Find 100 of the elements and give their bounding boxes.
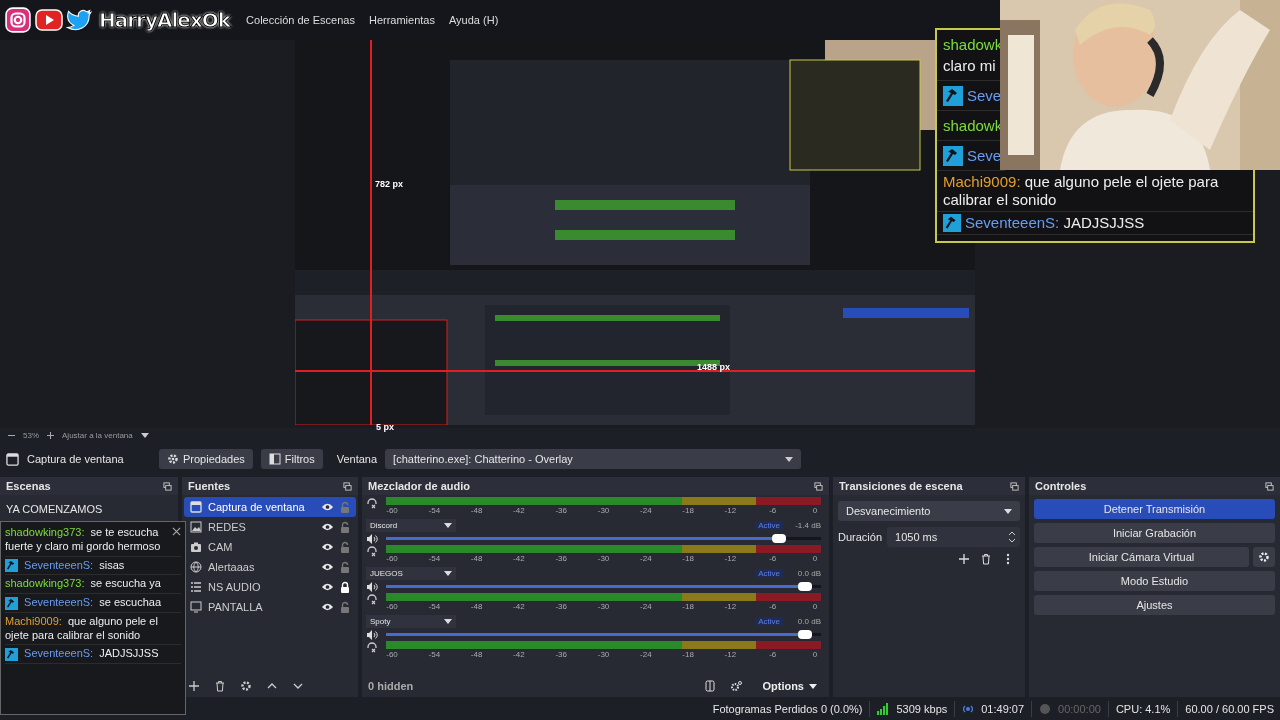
undock-icon[interactable] — [814, 481, 823, 491]
channel-dropdown[interactable]: JUEGOS — [366, 566, 456, 580]
eye-icon[interactable] — [321, 561, 334, 573]
source-name: Captura de ventana — [208, 501, 306, 513]
settings-icon[interactable] — [730, 680, 743, 692]
trash-icon[interactable] — [980, 553, 992, 565]
plus-icon[interactable] — [47, 431, 54, 439]
slider-handle[interactable] — [798, 582, 813, 591]
scale-label: -54 — [428, 506, 441, 516]
eye-icon[interactable] — [321, 521, 334, 533]
scale-label: 0 — [812, 602, 818, 612]
window-dropdown[interactable]: [chatterino.exe]: Chatterino - Overlay — [385, 449, 802, 469]
moderator-badge-icon — [5, 596, 18, 610]
source-name: NS AUDIO — [208, 581, 262, 593]
source-item[interactable]: NS AUDIO — [184, 577, 356, 597]
add-icon[interactable] — [188, 680, 200, 692]
source-item[interactable]: PANTALLA — [184, 597, 356, 617]
window-icon — [190, 501, 202, 513]
undock-icon[interactable] — [1010, 481, 1019, 491]
control-button[interactable]: Modo Estudio — [1034, 571, 1275, 591]
headphone-mute-icon[interactable] — [366, 497, 378, 509]
source-item[interactable]: CAM — [184, 537, 356, 557]
speaker-icon[interactable] — [366, 532, 378, 545]
chat-message: Machi9009: que alguno pele el ojete para calibrar el sonido — [5, 614, 158, 641]
unlocked-icon[interactable] — [340, 601, 350, 613]
bird-logo-icon — [66, 7, 94, 33]
volume-reading: 0.0 dB — [796, 568, 821, 578]
headphone-mute-icon[interactable] — [366, 545, 378, 557]
menu-item[interactable]: Ayuda (H) — [449, 14, 499, 26]
source-item[interactable]: REDES — [184, 517, 356, 537]
control-button[interactable]: Iniciar Grabación — [1034, 523, 1275, 543]
pause-icon[interactable] — [704, 680, 717, 692]
slider-handle[interactable] — [798, 630, 813, 639]
scale-label: -48 — [470, 602, 483, 612]
eye-icon[interactable] — [321, 501, 334, 513]
scale-label: -6 — [769, 554, 777, 564]
guide-label: 1488 px — [697, 362, 731, 372]
volume-reading: -1.4 dB — [794, 520, 821, 530]
headphone-mute-icon[interactable] — [366, 593, 378, 605]
chat-message: claro mi — [943, 56, 997, 76]
caret-icon[interactable] — [140, 432, 149, 438]
chat-message: Machi9009: que alguno pele el ojete para calibrar el sonido — [943, 173, 1220, 209]
chat-message: SeventeeenS: se escuchaa — [24, 596, 161, 608]
speaker-icon[interactable] — [366, 628, 378, 641]
play-logo-icon — [35, 7, 63, 33]
spinner-arrows-icon[interactable] — [1008, 531, 1016, 543]
options-button[interactable]: Options — [756, 679, 823, 693]
speaker-icon[interactable] — [366, 580, 378, 593]
volume-reading: 0.0 dB — [796, 616, 821, 626]
control-button[interactable]: Detener Transmisión — [1034, 499, 1275, 519]
add-icon[interactable] — [958, 553, 970, 565]
properties-button[interactable]: Propiedades — [159, 449, 253, 469]
chat-username: Seve — [967, 86, 1002, 106]
scale-label: -24 — [640, 602, 652, 612]
filters-button[interactable]: Filtros — [260, 449, 323, 469]
duration-field[interactable]: 1050 ms — [887, 527, 1020, 547]
scale-label: -24 — [640, 554, 652, 564]
scale-label: -18 — [682, 650, 694, 660]
settings-icon[interactable] — [240, 680, 252, 692]
undock-icon[interactable] — [1265, 481, 1274, 491]
scale-label: -12 — [724, 506, 737, 516]
caret-icon — [809, 683, 817, 689]
menu-item[interactable]: Colección de Escenas — [246, 14, 355, 26]
scale-label: -60 — [386, 506, 398, 516]
source-item[interactable]: Alertaaas — [184, 557, 356, 577]
camera-icon — [190, 541, 202, 553]
headphone-mute-icon[interactable] — [366, 641, 378, 653]
status-badge: Active — [755, 568, 783, 578]
trash-icon[interactable] — [214, 680, 226, 692]
caret-icon — [785, 456, 794, 462]
chat-message: shadowking373: se te escucha fuerte y claro mi gordo hermoso — [5, 526, 161, 552]
scene-item[interactable]: YA COMENZAMOS — [0, 498, 178, 520]
locked-icon[interactable] — [340, 581, 350, 593]
eye-icon[interactable] — [321, 601, 334, 613]
scale-label: -6 — [769, 506, 777, 516]
settings-button[interactable] — [1253, 547, 1275, 567]
channel-dropdown[interactable]: Discord — [366, 518, 456, 532]
unlocked-icon[interactable] — [340, 561, 350, 573]
control-button[interactable]: Ajustes — [1034, 595, 1275, 615]
caret-icon — [444, 522, 452, 528]
eye-icon[interactable] — [321, 541, 334, 553]
slider-handle[interactable] — [772, 534, 787, 543]
gear-icon — [1258, 551, 1270, 563]
unlocked-icon[interactable] — [340, 541, 350, 553]
scale-label: -6 — [769, 602, 777, 612]
undock-icon[interactable] — [343, 481, 352, 491]
scale-label: -24 — [640, 650, 652, 660]
unlocked-icon[interactable] — [340, 521, 350, 533]
panel-title: Controles — [1035, 480, 1087, 492]
panel-title: Mezclador de audio — [368, 480, 471, 492]
scale-label: -36 — [555, 602, 567, 612]
transition-dropdown[interactable]: Desvanecimiento — [838, 501, 1020, 521]
undock-icon[interactable] — [163, 481, 172, 491]
menu-item[interactable]: Herramientas — [368, 14, 435, 26]
eye-icon[interactable] — [321, 581, 334, 593]
fit-dropdown[interactable]: Ajustar a la ventana — [62, 430, 133, 440]
channel-dropdown[interactable]: Spoty — [366, 614, 456, 628]
control-button[interactable]: Iniciar Cámara Virtual — [1034, 547, 1249, 567]
source-item[interactable]: Captura de ventana — [184, 497, 356, 517]
close-icon[interactable] — [172, 527, 181, 536]
